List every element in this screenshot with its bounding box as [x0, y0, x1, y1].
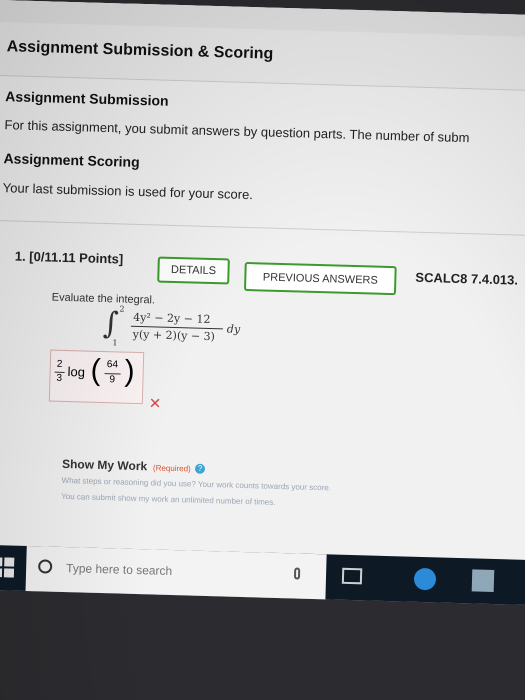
question-number-points: 1. [0/11.11 Points]: [14, 248, 124, 267]
integral-upper-limit: 2: [119, 304, 125, 314]
details-button[interactable]: DETAILS: [157, 256, 230, 285]
search-placeholder: Type here to search: [65, 561, 173, 579]
question-prompt: Evaluate the integral.: [51, 291, 156, 307]
required-tag: (Required): [152, 463, 191, 474]
help-icon[interactable]: ?: [194, 463, 206, 474]
answer-arg-num: 64: [106, 359, 119, 371]
integrand-numerator: 4y² − 2y − 12: [133, 310, 211, 326]
show-work-note: You can submit show my work an unlimited…: [61, 491, 276, 507]
integrand-denominator: y(y + 2)(y − 3): [132, 327, 216, 344]
windows-start-icon[interactable]: [0, 557, 16, 580]
show-my-work-label: Show My Work: [61, 456, 148, 474]
scoring-text: Your last submission is used for your sc…: [2, 180, 254, 203]
answer-box[interactable]: 2 3 log ( 64 9 ): [48, 349, 145, 405]
submission-text: For this assignment, you submit answers …: [4, 117, 470, 146]
integral-lower-limit: 1: [112, 338, 118, 348]
incorrect-icon: ✕: [148, 395, 162, 413]
integral-differential: dy: [226, 322, 241, 336]
show-work-instructions: What steps or reasoning did you use? You…: [61, 475, 332, 493]
cortana-icon: [38, 559, 53, 574]
answer-function: log: [67, 364, 86, 380]
browser-screen: Assignment Submission & Scoring Assignme…: [0, 0, 525, 606]
microphone-icon[interactable]: [293, 567, 301, 580]
scoring-heading: Assignment Scoring: [3, 150, 140, 170]
photo-stage: Assignment Submission & Scoring Assignme…: [0, 0, 525, 700]
problem-code: SCALC8 7.4.013.: [415, 269, 519, 288]
answer-coef-den: 3: [56, 372, 63, 384]
task-view-icon[interactable]: [341, 567, 363, 585]
taskbar-search-box[interactable]: Type here to search: [25, 545, 327, 600]
submission-heading: Assignment Submission: [5, 88, 169, 109]
answer-coef-num: 2: [56, 358, 63, 370]
paren-open-icon: (: [90, 353, 102, 387]
answer-arg-den: 9: [109, 374, 116, 386]
paren-close-icon: ): [124, 354, 136, 388]
store-icon[interactable]: [471, 569, 495, 593]
integral-sign-icon: ∫: [102, 306, 120, 342]
previous-answers-button[interactable]: PREVIOUS ANSWERS: [243, 261, 397, 296]
divider: [0, 219, 525, 237]
